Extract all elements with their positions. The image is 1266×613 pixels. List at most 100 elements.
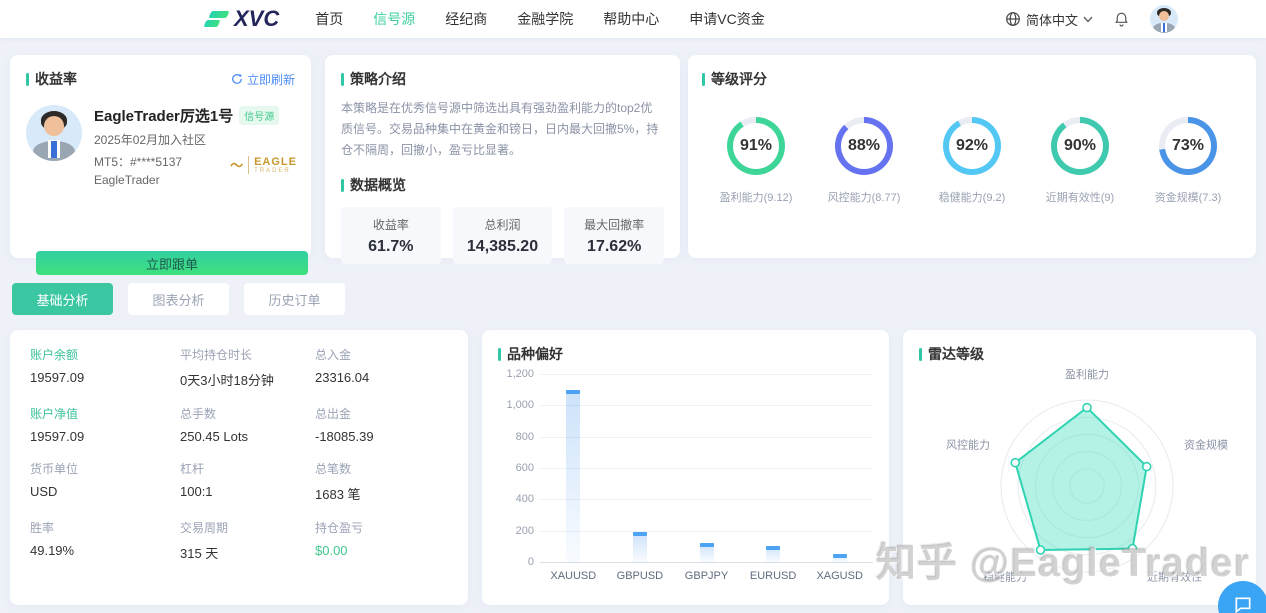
signal-source-badge: 信号源 [239,106,279,125]
gridline [540,562,873,563]
xvc-logo[interactable]: XVC [205,6,279,32]
x-axis-label: EURUSD [750,570,796,582]
overview-stat-label: 总利润 [485,216,521,233]
top-nav: XVC 首页 信号源 经纪商 金融学院 帮助中心 申请VC资金 简体中文 [0,0,1266,38]
account-stat-trading-period: 交易周期 315 天 [180,519,315,562]
ratings-row: 91% 盈利能力(9.12) 88% 风控能力(8.77) 92% 稳健能力(9.2) 90… [702,117,1242,205]
rating-percent: 90% [1064,137,1096,155]
rating-ring-hole: 73% [1165,123,1211,169]
gridline [540,468,873,469]
rating-label: 风控能力(8.77) [828,189,901,205]
rating-label: 稳健能力(9.2) [939,189,1006,205]
account-stat-win-rate: 胜率 49.19% [30,519,180,562]
nav-item-academy[interactable]: 金融学院 [517,9,573,29]
language-selector[interactable]: 简体中文 [1005,10,1093,29]
rating-ring: 73% [1159,117,1217,175]
stat-label: 货币单位 [30,460,180,477]
account-stat-equity: 账户净值 19597.09 [30,405,180,444]
stat-label: 总手数 [180,405,315,422]
strategy-card: 策略介绍 本策略是在优秀信号源中筛选出具有强劲盈利能力的top2优质信号。交易品… [325,55,680,258]
user-avatar[interactable] [1150,5,1178,33]
radar-chart-title: 雷达等级 [919,344,1240,364]
account-stats-grid: 账户余额19597.09平均持仓时长0天3小时18分钟总入金23316.04账户… [10,330,468,578]
y-axis-tick: 1,200 [498,368,534,380]
tab-chart-analysis[interactable]: 图表分析 [128,283,229,315]
nav-item-signal-source[interactable]: 信号源 [373,9,415,29]
radar-card: 雷达等级 盈利能力资金规模近期有效性稳健能力风控能力 [903,330,1256,605]
stat-value: USD [30,484,180,499]
stat-value: 19597.09 [30,429,180,444]
x-axis-label: XAUUSD [550,570,596,582]
stat-label: 交易周期 [180,519,315,536]
y-axis-tick: 200 [498,525,534,537]
nav-item-vc-funding[interactable]: 申请VC资金 [689,9,764,29]
eagle-logo-bottom: TRADER [254,168,297,174]
main-nav: 首页 信号源 经纪商 金融学院 帮助中心 申请VC资金 [315,9,764,29]
account-stat-total-lots: 总手数250.45 Lots [180,405,315,444]
trader-name: EagleTrader厉选1号 [94,105,233,126]
refresh-link[interactable]: 立即刷新 [231,71,295,88]
avatar-tie [51,141,56,158]
profile-card: 收益率 立即刷新 EagleTrader厉选1号 信号源 2025年02月加入社… [10,55,311,258]
stat-value: 19597.09 [30,370,180,385]
nav-right: 简体中文 [1005,5,1178,33]
rating-percent: 92% [956,137,988,155]
rating-percent: 73% [1172,137,1204,155]
stat-label: 胜率 [30,519,180,536]
stat-label: 账户净值 [30,405,180,422]
gridline [540,374,873,375]
symbol-preference-bar-chart: 02004006008001,0001,200XAUUSDGBPUSDGBPJP… [540,374,873,562]
stat-label: 总出金 [315,405,448,422]
nav-item-home[interactable]: 首页 [315,9,343,29]
bar-XAGUSD [833,554,847,562]
stat-label: 平均持仓时长 [180,346,315,363]
avatar-head [1159,11,1169,21]
globe-icon [1005,11,1021,27]
radar-svg: 盈利能力资金规模近期有效性稳健能力风控能力 [919,368,1240,596]
rating-label: 资金规模(7.3) [1155,189,1222,205]
bar-EURUSD [766,546,780,562]
overview-stat-label: 最大回撤率 [584,216,644,233]
tab-history-orders[interactable]: 历史订单 [244,283,345,315]
avatar-head [44,116,64,136]
rating-profitability: 91% 盈利能力(9.12) [702,117,810,205]
notification-bell-icon[interactable] [1113,11,1130,28]
overview-stat-max-drawdown: 最大回撤率 17.62% [564,207,664,264]
eagle-swoosh-icon: 〜 [230,155,243,174]
nav-item-broker[interactable]: 经纪商 [445,9,487,29]
overview-stat-label: 收益率 [373,216,409,233]
y-axis-tick: 600 [498,462,534,474]
data-overview-title: 数据概览 [341,175,664,195]
follow-now-button[interactable]: 立即跟单 [36,251,308,275]
radar-vertex-dot [1083,404,1091,412]
tab-basic-analysis[interactable]: 基础分析 [12,283,113,315]
joined-date: 2025年02月加入社区 [94,131,279,148]
radar-axis-label: 稳健能力 [983,570,1027,584]
x-axis-label: GBPJPY [685,570,728,582]
stat-label: 总入金 [315,346,448,363]
rating-ring: 92% [943,117,1001,175]
account-stat-total-trades: 总笔数1683 笔 [315,460,448,503]
rating-ring: 88% [835,117,893,175]
stat-value: 1683 笔 [315,484,448,503]
rating-label: 盈利能力(9.12) [720,189,793,205]
bar-rect [633,532,647,562]
radar-chart: 盈利能力资金规模近期有效性稳健能力风控能力 [919,368,1240,596]
y-axis-tick: 800 [498,431,534,443]
nav-item-help-center[interactable]: 帮助中心 [603,9,659,29]
y-axis-tick: 1,000 [498,399,534,411]
y-axis-tick: 400 [498,493,534,505]
account-stat-currency: 货币单位 USD [30,460,180,503]
bar-GBPUSD [633,532,647,562]
gridline [540,531,873,532]
stat-value: 315 天 [180,543,315,562]
rating-ring-hole: 90% [1057,123,1103,169]
rating-ring-hole: 88% [841,123,887,169]
stat-value: 49.19% [30,543,180,558]
stat-value: -18085.39 [315,429,448,444]
overview-stat-value: 14,385.20 [467,238,538,256]
rating-ring-hole: 91% [733,123,779,169]
stat-label: 杠杆 [180,460,315,477]
trader-avatar [26,105,82,161]
rating-card-title: 等级评分 [702,69,1242,89]
